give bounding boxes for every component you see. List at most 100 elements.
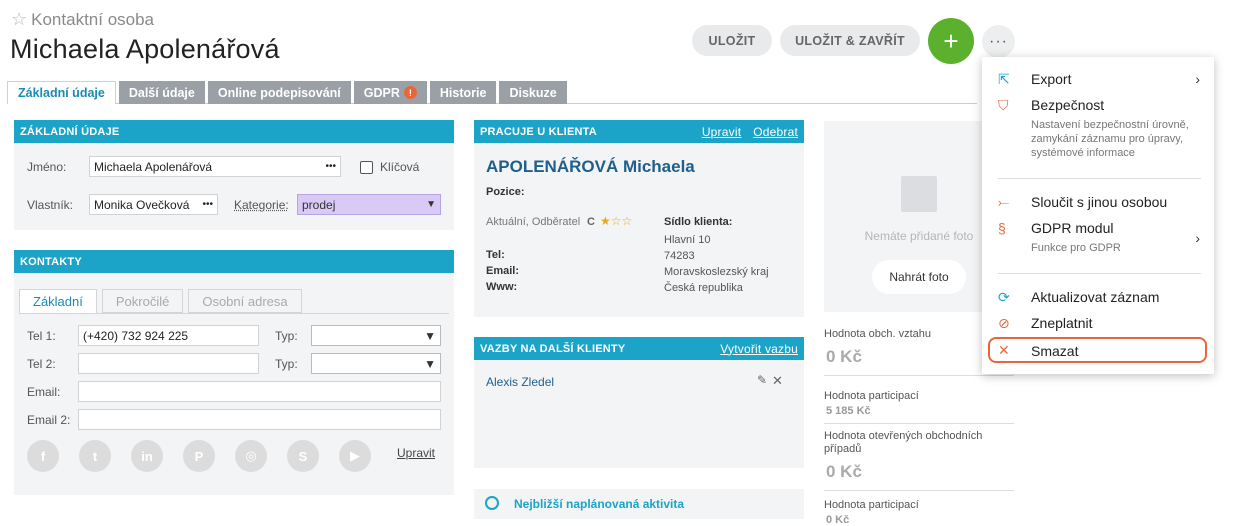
breadcrumb: ☆ Kontaktní osoba [11,9,154,30]
tel1-field[interactable]: (+420) 732 924 225 [78,325,259,346]
image-placeholder-icon [901,176,937,212]
name-dots-icon[interactable]: ••• [325,161,336,172]
client-address: Hlavní 10 74283 Moravskoslezský kraj Čes… [664,232,769,296]
subtab-personal-address[interactable]: Osobní adresa [188,289,302,313]
client-edit-link[interactable]: Upravit [702,125,741,139]
client-contact-labels: Tel: Email: Www: [486,247,519,295]
owner-label: Vlastník: [27,198,74,212]
menu-merge-label: Sloučit s jinou osobou [1031,194,1168,210]
skype-icon[interactable]: S [287,440,319,472]
basic-info-title: ZÁKLADNÍ ÚDAJE [20,125,120,138]
menu-item-export[interactable]: ⇱ Export › [982,71,1214,93]
chevron-right-icon: › [1195,230,1200,246]
menu-item-delete[interactable]: ✕ Smazat [988,337,1207,363]
close-icon[interactable]: ✕ [772,373,783,389]
relations-header: VAZBY NA DALŠÍ KLIENTY Vytvořit vazbu [474,337,804,360]
email2-label: Email 2: [27,413,71,427]
relations-title: VAZBY NA DALŠÍ KLIENTY [480,342,626,355]
email-field[interactable] [78,381,441,402]
facebook-icon[interactable]: f [27,440,59,472]
more-button[interactable]: ··· [982,25,1015,58]
key-label: Klíčová [380,160,420,174]
client-tel-label: Tel: [486,249,505,261]
linkedin-icon[interactable]: in [131,440,163,472]
star-icon[interactable]: ☆ [11,9,27,30]
save-close-button[interactable]: ULOŽIT & ZAVŘÍT [780,25,920,56]
stat-value: 0 Kč [826,514,850,526]
edit-icon[interactable]: ✎ [757,373,767,387]
menu-item-merge[interactable]: ⤚ Sloučit s jinou osobou [982,194,1214,216]
menu-item-gdpr[interactable]: § GDPR modul Funkce pro GDPR › [982,220,1214,260]
tab-more-info[interactable]: Další údaje [118,81,205,104]
refresh-icon: ⟳ [998,289,1010,305]
owner-dots-icon[interactable]: ••• [202,199,213,210]
client-panel: PRACUJE U KLIENTA Upravit Odebrat APOLEN… [474,120,804,317]
menu-refresh-label: Aktualizovat záznam [1031,289,1160,305]
subtab-advanced[interactable]: Pokročilé [101,289,184,313]
email-label: Email: [27,385,61,399]
email2-field[interactable] [78,409,441,430]
menu-item-security[interactable]: ⛉ Bezpečnost Nastavení bezpečnostní úrov… [982,97,1214,162]
tab-online-signing[interactable]: Online podepisování [207,81,351,104]
upload-photo-button[interactable]: Nahrát foto [872,260,966,294]
chevron-down-icon: ▼ [426,199,436,210]
relation-item[interactable]: Alexis Zledel [486,375,554,389]
relations-panel: VAZBY NA DALŠÍ KLIENTY Vytvořit vazbu Al… [474,337,804,468]
tab-history[interactable]: Historie [429,81,497,104]
menu-item-invalidate[interactable]: ⊘ Zneplatnit [982,315,1214,337]
menu-divider [998,178,1201,179]
position-label: Pozice: [486,186,525,198]
owner-field[interactable]: Monika Ovečková ••• [89,194,218,215]
twitter-icon[interactable]: t [79,440,111,472]
menu-security-desc: Nastavení bezpečnostní úrovně, zamykání … [1031,119,1189,159]
client-header: PRACUJE U KLIENTA Upravit Odebrat [474,120,804,143]
client-remove-link[interactable]: Odebrat [753,125,798,139]
rating-stars-icon: ★☆☆ [600,214,633,228]
category-value: prodej [302,197,336,212]
social-icons: f t in P ◎ S ▶ [27,440,371,472]
add-button[interactable]: + [928,18,974,64]
more-icon: ··· [989,32,1008,50]
menu-invalidate-label: Zneplatnit [1031,315,1093,331]
youtube-icon[interactable]: ▶ [339,440,371,472]
client-status: Aktuální, Odběratel [486,216,581,228]
activity-panel: Nejbližší naplánovaná aktivita [474,489,804,519]
pinterest-icon[interactable]: P [183,440,215,472]
menu-item-refresh[interactable]: ⟳ Aktualizovat záznam [982,289,1214,311]
name-value: Michaela Apolenářová [94,159,213,174]
tab-basic[interactable]: Základní údaje [7,81,116,104]
save-button[interactable]: ULOŽIT [692,25,772,56]
category-label: Kategorie: [234,198,289,212]
instagram-icon[interactable]: ◎ [235,440,267,472]
name-field[interactable]: Michaela Apolenářová ••• [89,156,341,177]
category-select[interactable]: prodej ▼ [297,194,441,215]
create-relation-link[interactable]: Vytvořit vazbu [720,342,798,356]
address-line: 74283 [664,250,695,262]
menu-export-label: Export [1031,71,1072,87]
tel2-field[interactable] [78,353,259,374]
owner-value: Monika Ovečková [94,197,190,212]
contacts-panel: KONTAKTY Základní Pokročilé Osobní adres… [14,250,454,495]
tab-discussion[interactable]: Diskuze [499,81,567,104]
type2-select[interactable]: ▼ [311,353,441,374]
activity-label[interactable]: Nejbližší naplánovaná aktivita [514,497,684,511]
tel1-label: Tel 1: [27,329,56,343]
type1-select[interactable]: ▼ [311,325,441,346]
key-checkbox[interactable] [360,161,373,174]
stat-value: 0 Kč [826,462,862,481]
menu-security-label: Bezpečnost [1031,97,1105,113]
stat-divider [824,423,1014,424]
tab-gdpr[interactable]: GDPR! [353,81,427,104]
contacts-edit-link[interactable]: Upravit [397,446,435,460]
name-label: Jméno: [27,160,67,174]
stat-label: Hodnota participací [824,390,919,402]
paragraph-icon: § [998,220,1006,236]
stat-label: Hodnota otevřených obchodních případů [824,430,983,455]
subtab-basic[interactable]: Základní [19,289,97,313]
rating-letter: C [587,216,595,228]
client-name[interactable]: APOLENÁŘOVÁ Michaela [486,157,695,177]
seat-label: Sídlo klienta: [664,216,733,228]
eye-off-icon: ⊘ [998,315,1010,331]
menu-divider [998,273,1201,274]
basic-info-header: ZÁKLADNÍ ÚDAJE [14,120,454,143]
